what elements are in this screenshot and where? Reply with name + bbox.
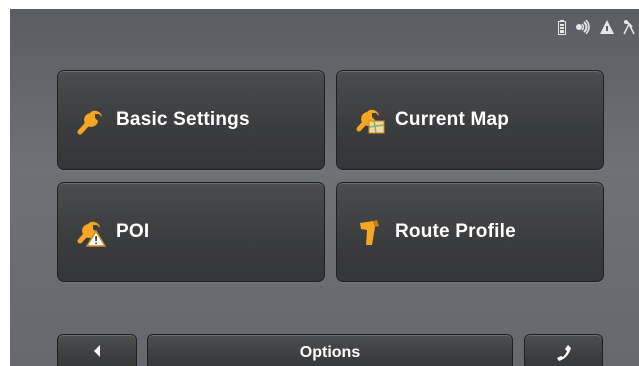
route-profile-icon: [360, 220, 379, 245]
route-profile-label: Route Profile: [395, 221, 516, 242]
tmc-icon: [600, 20, 614, 34]
poi-button[interactable]: POI: [57, 182, 325, 282]
phone-button[interactable]: [524, 334, 603, 366]
options-label: Options: [299, 344, 361, 361]
current-map-label: Current Map: [395, 109, 510, 130]
battery-icon: [558, 19, 566, 35]
wrench-icon: [77, 110, 102, 135]
status-bar: [558, 17, 635, 37]
wrench-warning-icon: [77, 221, 106, 247]
current-map-button[interactable]: Current Map: [336, 70, 604, 170]
gps-icon: [623, 19, 635, 34]
signal-icon: [576, 20, 590, 34]
poi-label: POI: [116, 221, 150, 242]
phone-icon: [556, 345, 571, 361]
basic-settings-label: Basic Settings: [116, 109, 250, 130]
route-profile-button[interactable]: Route Profile: [336, 182, 604, 282]
back-button[interactable]: [57, 334, 137, 366]
options-button[interactable]: Options: [147, 334, 513, 366]
basic-settings-button[interactable]: Basic Settings: [57, 70, 325, 170]
wrench-map-icon: [356, 109, 385, 134]
options-screen: Basic Settings Current Map POI Route Pro…: [10, 9, 639, 366]
back-arrow-icon: [94, 345, 100, 357]
